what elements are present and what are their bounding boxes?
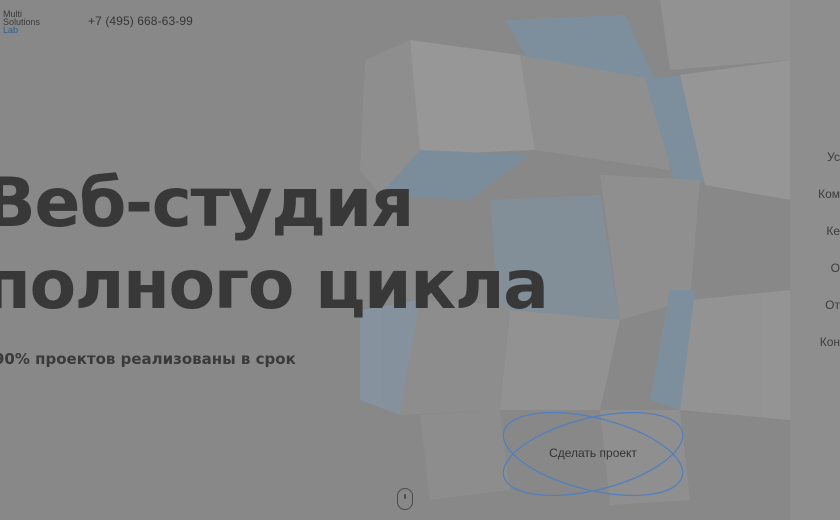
side-nav-item-label: От xyxy=(825,298,840,312)
side-nav-item-reviews[interactable]: От xyxy=(810,298,840,335)
logo[interactable]: Multi Solutions Lab xyxy=(3,10,40,35)
hero-title-line-2: полного цикла xyxy=(0,246,549,325)
logo-line-lab: Lab xyxy=(3,25,19,35)
side-nav-item-label: Ком xyxy=(818,187,840,201)
phone-link[interactable]: +7 (495) 668-63-99 xyxy=(88,14,193,28)
page: Multi Solutions Lab +7 (495) 668-63-99 В… xyxy=(0,0,840,520)
side-nav: Ус Ком Ке О От Кон xyxy=(810,150,840,372)
side-nav-item-label: Кон xyxy=(819,335,840,349)
side-nav-item-label: Ус xyxy=(827,150,840,164)
side-nav-item-company[interactable]: Ком xyxy=(810,187,840,224)
side-nav-item-cases[interactable]: Ке xyxy=(810,224,840,261)
side-nav-item-about[interactable]: О xyxy=(810,261,840,298)
side-nav-item-services[interactable]: Ус xyxy=(810,150,840,187)
side-nav-item-label: О xyxy=(830,261,840,275)
hero-title-line-1: Веб-студия xyxy=(0,164,414,243)
side-nav-item-label: Ке xyxy=(826,224,840,238)
make-project-label: Сделать проект xyxy=(549,446,637,460)
side-nav-item-contacts[interactable]: Кон xyxy=(810,335,840,372)
scroll-dot xyxy=(403,494,406,499)
make-project-button[interactable]: Сделать проект xyxy=(495,398,691,510)
scroll-down-icon[interactable] xyxy=(397,488,413,510)
hero-subtitle: 90% проектов реализованы в срок xyxy=(0,350,296,368)
hero-title: Веб-студия полного цикла xyxy=(0,163,549,327)
